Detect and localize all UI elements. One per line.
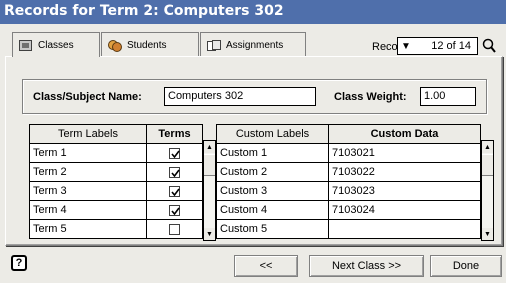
scroll-down-icon[interactable]: ▼ — [204, 228, 215, 240]
term-checkbox[interactable] — [169, 185, 180, 197]
next-class-button[interactable]: Next Class >> — [309, 255, 424, 277]
term-checkbox[interactable] — [169, 223, 180, 235]
custom-label[interactable]: Custom 5 — [216, 219, 329, 239]
classes-icon — [19, 39, 32, 51]
term-checkbox[interactable] — [169, 204, 180, 216]
button-bar: ? << Next Class >> Done — [0, 249, 506, 283]
window-title: Records for Term 2: Computers 302 — [0, 0, 506, 24]
table-row: Term 3 — [29, 181, 203, 201]
scroll-up-icon[interactable]: ▲ — [204, 141, 215, 153]
term-checkbox[interactable] — [169, 147, 180, 159]
class-name-label: Class/Subject Name: — [33, 91, 142, 103]
subject-group: Class/Subject Name: Computers 302 Class … — [22, 79, 487, 114]
term-label[interactable]: Term 5 — [29, 219, 147, 239]
tab-assignments-label: Assignments — [226, 39, 284, 51]
term-label[interactable]: Term 4 — [29, 200, 147, 220]
table-row: Term 5 — [29, 219, 203, 239]
tab-classes[interactable]: Classes — [12, 32, 100, 57]
table-row: Custom 3 7103023 — [216, 181, 481, 201]
scroll-down-icon[interactable]: ▼ — [482, 228, 493, 240]
table-row: Custom 4 7103024 — [216, 200, 481, 220]
term-labels-header: Term Labels — [29, 124, 147, 144]
custom-label[interactable]: Custom 3 — [216, 181, 329, 201]
terms-header: Terms — [146, 124, 203, 144]
tab-classes-label: Classes — [38, 39, 74, 51]
custom-data-header: Custom Data — [328, 124, 481, 144]
custom-data[interactable] — [328, 219, 481, 239]
help-icon[interactable]: ? — [11, 255, 27, 271]
term-label[interactable]: Term 3 — [29, 181, 147, 201]
assignments-icon — [207, 39, 221, 51]
custom-data[interactable]: 7103022 — [328, 162, 481, 182]
tab-assignments[interactable]: Assignments — [200, 32, 306, 57]
class-name-field[interactable]: Computers 302 — [164, 87, 316, 106]
terms-table: Term Labels Terms Term 1 Term 2 Term 3 T… — [29, 124, 203, 239]
term-label[interactable]: Term 2 — [29, 162, 147, 182]
scroll-thumb[interactable] — [482, 154, 493, 176]
table-row: Custom 5 — [216, 219, 481, 239]
custom-label[interactable]: Custom 4 — [216, 200, 329, 220]
table-row: Custom 2 7103022 — [216, 162, 481, 182]
term-label[interactable]: Term 1 — [29, 143, 147, 163]
term-checkbox[interactable] — [169, 166, 180, 178]
tab-students-label: Students — [127, 39, 167, 51]
scroll-thumb[interactable] — [204, 154, 215, 176]
done-button[interactable]: Done — [430, 255, 502, 277]
custom-table: Custom Labels Custom Data Custom 1 71030… — [216, 124, 481, 239]
scroll-up-icon[interactable]: ▲ — [482, 141, 493, 153]
custom-labels-header: Custom Labels — [216, 124, 329, 144]
table-row: Term 4 — [29, 200, 203, 220]
search-icon[interactable] — [482, 38, 496, 54]
tab-students[interactable]: Students — [101, 32, 199, 57]
table-row: Custom 1 7103021 — [216, 143, 481, 163]
custom-label[interactable]: Custom 1 — [216, 143, 329, 163]
custom-data[interactable]: 7103023 — [328, 181, 481, 201]
class-weight-label: Class Weight: — [334, 91, 407, 103]
record-value: 12 of 14 — [431, 40, 471, 52]
dropdown-arrow-icon: ▼ — [401, 40, 411, 52]
students-icon — [108, 39, 122, 52]
custom-data[interactable]: 7103024 — [328, 200, 481, 220]
terms-scrollbar[interactable]: ▲ ▼ — [203, 140, 216, 241]
class-weight-field[interactable]: 1.00 — [420, 87, 476, 106]
record-select[interactable]: ▼ 12 of 14 — [397, 37, 478, 55]
custom-scrollbar[interactable]: ▲ ▼ — [481, 140, 494, 241]
table-row: Term 2 — [29, 162, 203, 182]
custom-data[interactable]: 7103021 — [328, 143, 481, 163]
table-row: Term 1 — [29, 143, 203, 163]
prev-class-button[interactable]: << — [234, 255, 298, 277]
custom-label[interactable]: Custom 2 — [216, 162, 329, 182]
